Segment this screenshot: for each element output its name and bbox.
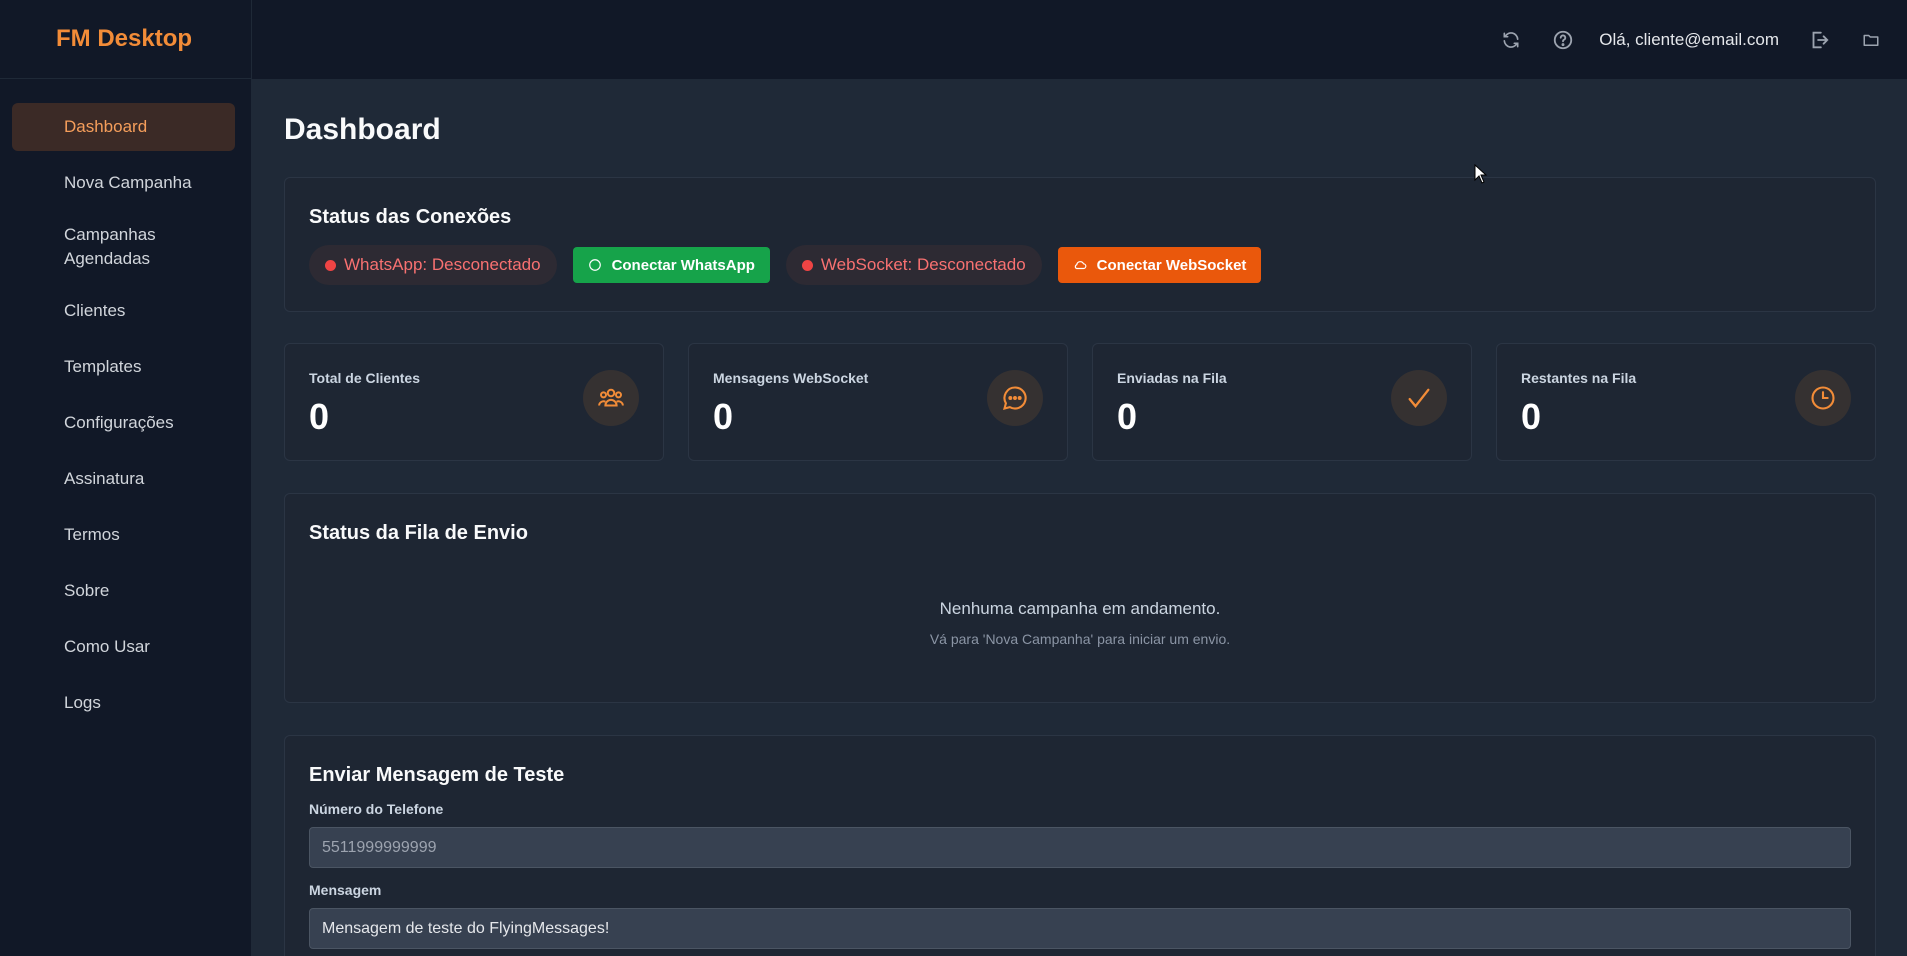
- sidebar-item-sobre[interactable]: Sobre: [12, 567, 235, 615]
- connect-websocket-label: Conectar WebSocket: [1096, 256, 1247, 274]
- connect-websocket-button[interactable]: Conectar WebSocket: [1057, 247, 1262, 283]
- sidebar-item-label: Campanhas Agendadas: [64, 225, 156, 268]
- app-logo: FM Desktop: [0, 0, 251, 79]
- status-dot-icon: [325, 259, 336, 271]
- sidebar-item-configuracoes[interactable]: Configurações: [12, 399, 235, 447]
- sidebar-item-templates[interactable]: Templates: [12, 343, 235, 391]
- connections-title: Status das Conexões: [309, 206, 512, 228]
- queue-empty-primary: Nenhuma campanha em andamento.: [939, 599, 1221, 618]
- check-icon: [1391, 370, 1447, 426]
- queue-title: Status da Fila de Envio: [309, 522, 528, 544]
- sidebar-item-assinatura[interactable]: Assinatura: [12, 455, 235, 503]
- sidebar-item-nova-campanha[interactable]: Nova Campanha: [12, 159, 235, 207]
- sidebar-nav: Dashboard Nova Campanha Campanhas Agenda…: [0, 79, 251, 727]
- connect-whatsapp-button[interactable]: Conectar WhatsApp: [572, 247, 770, 283]
- message-label: Mensagem: [309, 882, 382, 898]
- sidebar: FM Desktop Dashboard Nova Campanha Campa…: [0, 0, 252, 956]
- sidebar-item-termos[interactable]: Termos: [12, 511, 235, 559]
- sidebar-item-campanhas-agendadas[interactable]: Campanhas Agendadas: [12, 215, 235, 279]
- users-icon: [583, 370, 639, 426]
- websocket-status-text: WebSocket: Desconectado: [820, 255, 1026, 274]
- sidebar-item-dashboard[interactable]: Dashboard: [12, 103, 235, 151]
- queue-status-card: Status da Fila de Envio Nenhuma campanha…: [284, 493, 1876, 703]
- folder-icon[interactable]: [1859, 28, 1883, 52]
- help-icon[interactable]: [1551, 28, 1575, 52]
- sidebar-item-como-usar[interactable]: Como Usar: [12, 623, 235, 671]
- websocket-status-badge: WebSocket: Desconectado: [785, 245, 1042, 285]
- clock-icon: [1795, 370, 1851, 426]
- chat-icon: [987, 370, 1043, 426]
- connect-whatsapp-label: Conectar WhatsApp: [611, 256, 755, 274]
- logout-icon[interactable]: [1807, 28, 1831, 52]
- mouse-cursor-icon: [1474, 163, 1488, 189]
- stat-card-restantes-fila: Restantes na Fila 0: [1496, 343, 1876, 461]
- topbar: Olá, cliente@email.com: [252, 0, 1907, 79]
- connections-card: Status das Conexões WhatsApp: Desconecta…: [284, 177, 1876, 312]
- queue-empty-secondary: Vá para 'Nova Campanha' para iniciar um …: [929, 631, 1231, 647]
- stat-card-mensagens-websocket: Mensagens WebSocket 0: [688, 343, 1068, 461]
- sidebar-item-logs[interactable]: Logs: [12, 679, 235, 727]
- status-dot-icon: [801, 259, 813, 271]
- whatsapp-status-badge: WhatsApp: Desconectado: [309, 245, 557, 285]
- phone-input[interactable]: [309, 827, 1851, 868]
- whatsapp-status-text: WhatsApp: Desconectado: [344, 255, 541, 274]
- queue-empty-state: Nenhuma campanha em andamento. Vá para '…: [309, 599, 1851, 647]
- test-message-title: Enviar Mensagem de Teste: [309, 764, 565, 786]
- stats-row: Total de Clientes 0 Mensagens WebSocket …: [284, 343, 1876, 461]
- main-content: Dashboard Status das Conexões WhatsApp: …: [252, 79, 1907, 956]
- stat-card-enviadas-fila: Enviadas na Fila 0: [1092, 343, 1472, 461]
- sidebar-item-clientes[interactable]: Clientes: [12, 287, 235, 335]
- user-greeting: Olá, cliente@email.com: [1599, 29, 1779, 49]
- refresh-icon[interactable]: [1499, 28, 1523, 52]
- test-message-card: Enviar Mensagem de Teste Número do Telef…: [284, 735, 1876, 956]
- whatsapp-icon: [588, 258, 602, 272]
- page-title: Dashboard: [284, 113, 441, 146]
- phone-label: Número do Telefone: [309, 801, 444, 817]
- cloud-icon: [1073, 258, 1087, 272]
- message-input[interactable]: [309, 908, 1851, 949]
- stat-card-total-clientes: Total de Clientes 0: [284, 343, 664, 461]
